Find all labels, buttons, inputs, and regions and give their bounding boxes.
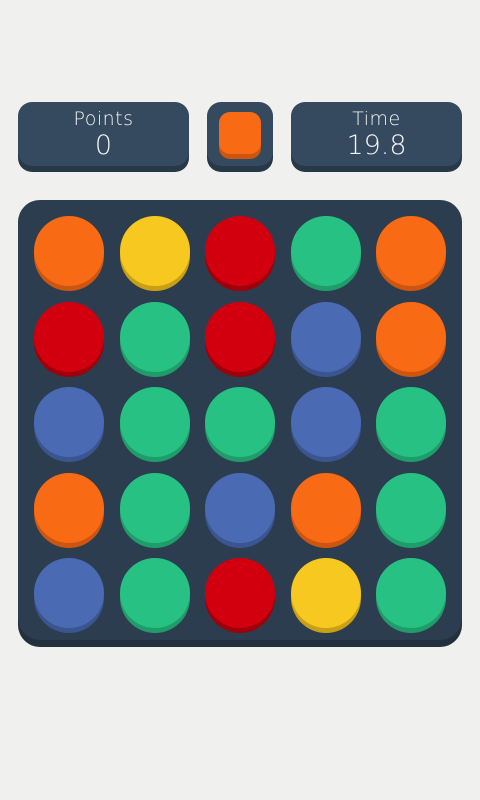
dot-green[interactable] xyxy=(119,301,190,372)
dot-red[interactable] xyxy=(205,216,275,286)
dot-yellow[interactable] xyxy=(290,558,361,628)
points-label: Points xyxy=(73,108,134,130)
dot-orange[interactable] xyxy=(34,472,104,543)
dot-blue[interactable] xyxy=(290,387,361,457)
points-value: 0 xyxy=(94,130,113,161)
points-panel: Points 0 xyxy=(18,102,189,166)
dot-red[interactable] xyxy=(205,301,275,372)
time-value: 19.8 xyxy=(346,130,407,161)
dot-green[interactable] xyxy=(119,558,190,628)
dot-green[interactable] xyxy=(205,387,275,457)
dot-red[interactable] xyxy=(205,558,275,628)
time-label: Time xyxy=(352,108,401,130)
dot-green[interactable] xyxy=(376,387,446,457)
target-color-swatch xyxy=(219,112,261,154)
dot-green[interactable] xyxy=(290,216,361,286)
dot-orange[interactable] xyxy=(376,301,446,372)
dot-blue[interactable] xyxy=(290,301,361,372)
dot-orange[interactable] xyxy=(376,216,446,286)
game-board xyxy=(18,200,462,640)
dot-green[interactable] xyxy=(376,558,446,628)
dot-blue[interactable] xyxy=(34,558,104,628)
dot-orange[interactable] xyxy=(34,216,104,286)
dot-green[interactable] xyxy=(119,472,190,543)
dot-orange[interactable] xyxy=(290,472,361,543)
dot-green[interactable] xyxy=(376,472,446,543)
dot-grid xyxy=(34,216,446,628)
dot-green[interactable] xyxy=(119,387,190,457)
target-color-panel xyxy=(207,102,273,166)
dot-red[interactable] xyxy=(34,301,104,372)
dot-blue[interactable] xyxy=(34,387,104,457)
dot-blue[interactable] xyxy=(205,472,275,543)
dot-yellow[interactable] xyxy=(119,216,190,286)
time-panel: Time 19.8 xyxy=(291,102,462,166)
